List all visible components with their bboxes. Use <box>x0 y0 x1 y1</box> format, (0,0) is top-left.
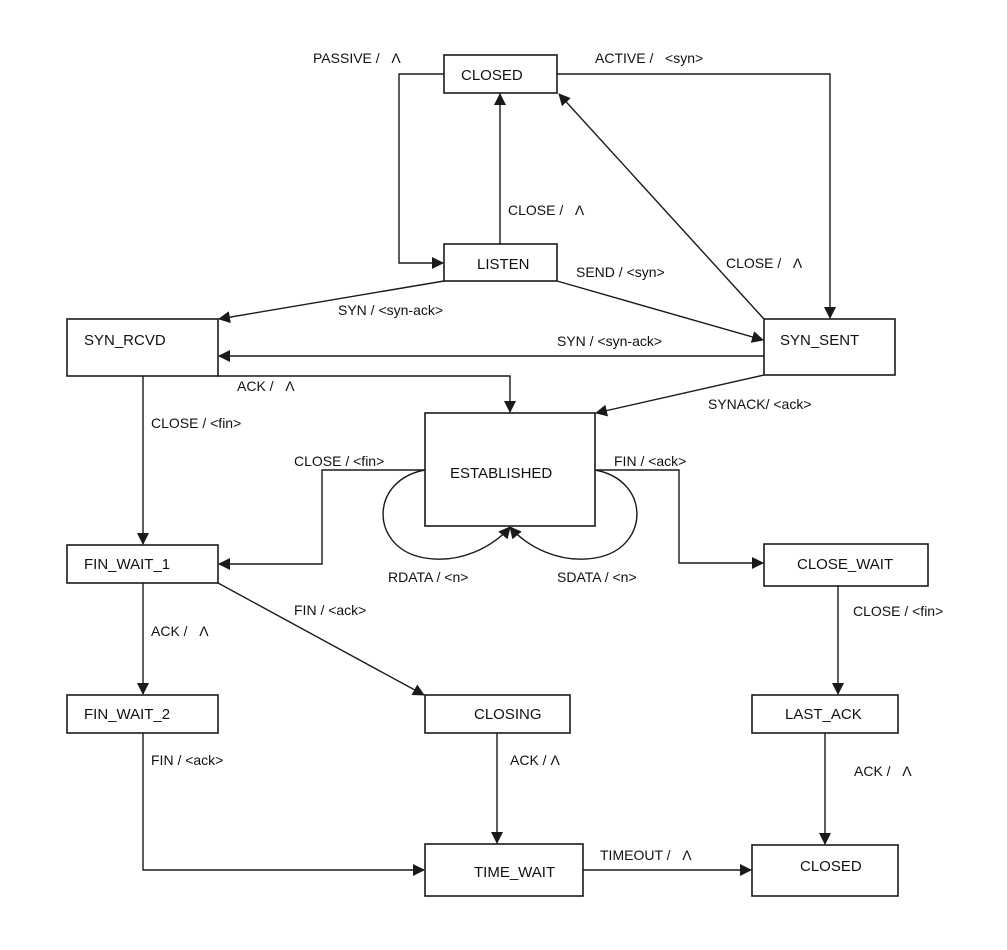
state-label: CLOSING <box>474 706 542 723</box>
edge-passive <box>398 73 444 269</box>
state-fin-wait-1[interactable]: FIN_WAIT_1 <box>66 544 219 584</box>
state-syn-rcvd[interactable]: SYN_RCVD <box>66 318 219 377</box>
edge-est-close <box>218 469 425 570</box>
edge-est-fin <box>595 469 764 569</box>
state-label: SYN_RCVD <box>84 332 166 349</box>
label-synsent-close: CLOSE / Λ <box>726 255 803 271</box>
state-label: LISTEN <box>477 256 530 273</box>
state-diagram: CLOSED LISTEN SYN_RCVD SYN_SENT ESTABLIS… <box>66 50 943 897</box>
state-label: FIN_WAIT_2 <box>84 706 170 723</box>
label-passive: PASSIVE / Λ <box>313 50 401 66</box>
state-last-ack[interactable]: LAST_ACK <box>751 694 899 734</box>
label-lastack-ack: ACK / Λ <box>854 763 912 779</box>
edge-send <box>556 280 764 343</box>
state-label: CLOSED <box>800 858 862 875</box>
label-listen-close: CLOSE / Λ <box>508 202 585 218</box>
label-sdata: SDATA / <n> <box>557 569 637 585</box>
label-active: ACTIVE / <syn> <box>595 50 703 66</box>
state-time-wait[interactable]: TIME_WAIT <box>424 843 584 897</box>
state-closed-top[interactable]: CLOSED <box>443 54 558 94</box>
edge-synsent-close <box>558 93 765 320</box>
label-send: SEND / <syn> <box>576 264 665 280</box>
label-synack: SYNACK/ <ack> <box>708 396 812 412</box>
label-synrcvd-ack: ACK / Λ <box>237 378 295 394</box>
label-fw1-fin: FIN / <ack> <box>294 602 366 618</box>
label-synrcvd-close: CLOSE / <fin> <box>151 415 241 431</box>
state-fin-wait-2[interactable]: FIN_WAIT_2 <box>66 694 219 734</box>
label-timeout: TIMEOUT / Λ <box>600 847 692 863</box>
label-est-fin: FIN / <ack> <box>614 453 686 469</box>
state-label: CLOSE_WAIT <box>797 556 893 573</box>
label-closing-ack: ACK / Λ <box>510 752 560 768</box>
state-label: FIN_WAIT_1 <box>84 556 170 573</box>
label-est-close: CLOSE / <fin> <box>294 453 384 469</box>
label-listen-syn: SYN / <syn-ack> <box>338 302 443 318</box>
edge-active <box>557 73 836 319</box>
label-fw1-ack: ACK / Λ <box>151 623 209 639</box>
state-closing[interactable]: CLOSING <box>424 694 571 734</box>
label-fw2-fin: FIN / <ack> <box>151 752 223 768</box>
state-label: CLOSED <box>461 67 523 84</box>
state-label: ESTABLISHED <box>450 465 552 482</box>
state-label: LAST_ACK <box>785 706 862 723</box>
edge-fw1-fin <box>217 582 425 696</box>
state-close-wait[interactable]: CLOSE_WAIT <box>763 543 929 587</box>
state-label: SYN_SENT <box>780 332 859 349</box>
state-closed-bottom[interactable]: CLOSED <box>751 844 899 897</box>
label-synsent-syn: SYN / <syn-ack> <box>557 333 662 349</box>
label-rdata: RDATA / <n> <box>388 569 468 585</box>
label-cw-close: CLOSE / <fin> <box>853 603 943 619</box>
state-syn-sent[interactable]: SYN_SENT <box>763 318 896 376</box>
state-established[interactable]: ESTABLISHED <box>424 412 596 527</box>
state-label: TIME_WAIT <box>474 864 555 881</box>
state-listen[interactable]: LISTEN <box>443 243 558 282</box>
